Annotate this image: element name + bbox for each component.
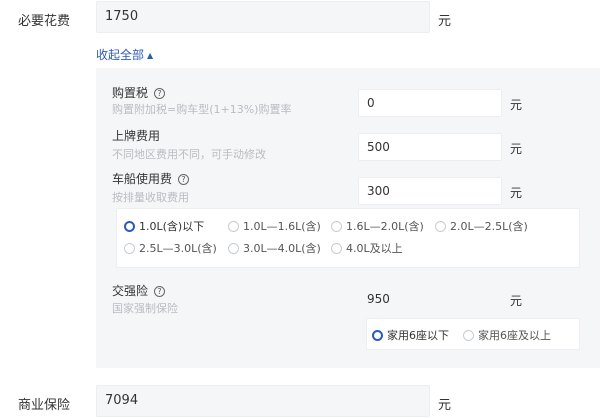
radio-icon	[331, 243, 342, 254]
purchase-tax-input[interactable]: 0	[358, 89, 502, 117]
compulsory-insurance-title: 交强险?	[112, 282, 166, 299]
compulsory-insurance-desc: 国家强制保险	[112, 302, 178, 315]
collapse-all-label: 收起全部	[96, 48, 145, 62]
radio-icon	[228, 243, 239, 254]
required-cost-unit: 元	[438, 14, 452, 29]
purchase-tax-title-text: 购置税	[112, 86, 149, 100]
vehicle-tax-input[interactable]: 300	[358, 177, 502, 205]
displacement-option[interactable]: 4.0L及以上	[331, 240, 403, 256]
purchase-tax-title: 购置税?	[112, 84, 166, 101]
help-icon[interactable]: ?	[178, 174, 190, 185]
commercial-insurance-input[interactable]: 7094	[96, 385, 430, 417]
compulsory-insurance-input[interactable]: 950	[358, 285, 502, 313]
vehicle-tax-desc: 按排量收取费用	[112, 191, 189, 204]
license-fee-title: 上牌费用	[112, 129, 161, 143]
radio-icon	[463, 330, 474, 341]
radio-icon	[331, 221, 342, 232]
radio-icon	[435, 221, 446, 232]
required-cost-label: 必要花费	[18, 14, 71, 29]
displacement-option[interactable]: 2.5L—3.0L(含)	[124, 240, 217, 256]
seat-option[interactable]: 家用6座以下	[372, 327, 449, 343]
displacement-option[interactable]: 2.0L—2.5L(含)	[435, 218, 528, 234]
displacement-option[interactable]: 1.0L(含)以下	[124, 218, 204, 234]
triangle-up-icon: ▲	[147, 51, 154, 60]
vehicle-tax-title-text: 车船使用费	[112, 172, 173, 186]
radio-icon	[228, 221, 239, 232]
displacement-radio-group	[116, 208, 580, 268]
commercial-insurance-label: 商业保险	[18, 398, 71, 413]
license-fee-input[interactable]: 500	[358, 133, 502, 161]
radio-selected-icon	[124, 221, 135, 232]
displacement-option[interactable]: 1.0L—1.6L(含)	[228, 218, 321, 234]
radio-selected-icon	[372, 330, 383, 341]
help-icon[interactable]: ?	[154, 88, 166, 99]
required-cost-input[interactable]: 1750	[96, 1, 430, 33]
compulsory-insurance-title-text: 交强险	[112, 284, 149, 298]
seat-option[interactable]: 家用6座及以上	[463, 327, 551, 343]
vehicle-tax-unit: 元	[510, 186, 523, 200]
license-fee-desc: 不同地区费用不同，可手动修改	[112, 148, 266, 161]
collapse-all-link[interactable]: 收起全部 ▲	[96, 46, 153, 63]
license-fee-unit: 元	[510, 142, 523, 156]
displacement-option[interactable]: 3.0L—4.0L(含)	[228, 240, 321, 256]
displacement-option[interactable]: 1.6L—2.0L(含)	[331, 218, 424, 234]
commercial-insurance-unit: 元	[438, 398, 452, 413]
vehicle-tax-title: 车船使用费?	[112, 170, 190, 187]
radio-icon	[124, 243, 135, 254]
compulsory-insurance-unit: 元	[510, 294, 523, 308]
help-icon[interactable]: ?	[154, 286, 166, 297]
purchase-tax-desc: 购置附加税=购车型(1+13%)购置率	[112, 103, 292, 116]
purchase-tax-unit: 元	[510, 98, 523, 112]
